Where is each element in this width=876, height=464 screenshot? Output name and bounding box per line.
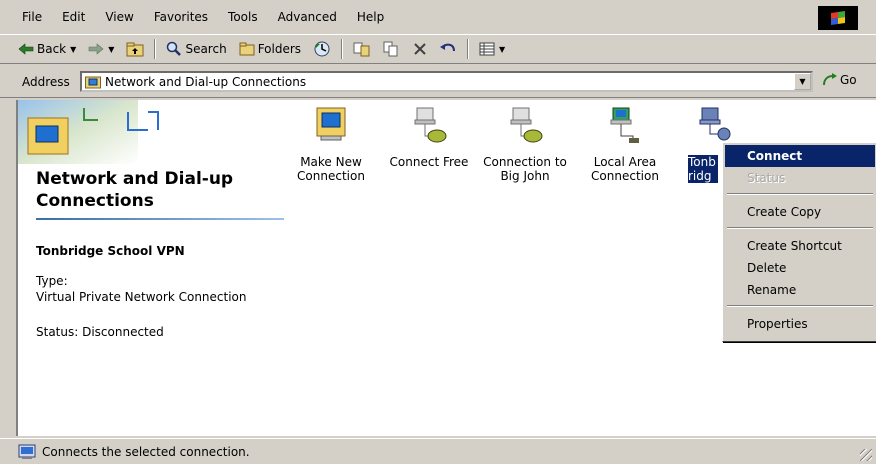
address-input[interactable]: Network and Dial-up Connections ▼ — [80, 71, 813, 92]
connection-item-connect-free[interactable]: Connect Free — [384, 106, 474, 169]
back-arrow-icon — [18, 43, 34, 55]
views-button[interactable]: ▼ — [473, 37, 511, 61]
page-title: Network and Dial-up Connections — [36, 169, 234, 211]
toolbar-separator — [467, 39, 470, 59]
back-button[interactable]: Back ▼ — [0, 37, 82, 61]
vpn-connection-icon — [699, 107, 731, 141]
folders-label: Folders — [257, 42, 302, 56]
menu-bar: File Edit View Favorites Tools Advanced … — [0, 0, 876, 34]
connection-status: Status: Disconnected — [36, 325, 164, 339]
connection-label: Make New Connection — [297, 155, 365, 183]
copy-to-button[interactable] — [377, 37, 407, 61]
network-folder-icon — [85, 76, 101, 88]
menu-help[interactable]: Help — [347, 0, 394, 34]
dialup-connection-icon — [510, 107, 543, 143]
undo-button[interactable] — [433, 37, 463, 61]
chevron-down-icon[interactable]: ▼ — [70, 45, 76, 54]
connection-item-big-john[interactable]: Connection to Big John — [480, 106, 570, 183]
context-menu-create-shortcut[interactable]: Create Shortcut — [725, 235, 875, 257]
menu-file[interactable]: File — [0, 0, 52, 34]
chevron-down-icon[interactable]: ▼ — [499, 45, 505, 54]
toolbar-separator — [341, 39, 344, 59]
selected-connection-name: Tonbridge School VPN — [36, 244, 185, 258]
connection-label: Tonbridge School — [688, 155, 718, 183]
toolbar-separator — [154, 39, 157, 59]
folders-icon — [239, 42, 255, 56]
menu-advanced[interactable]: Advanced — [268, 0, 347, 34]
status-connection-icon — [18, 444, 36, 459]
context-menu-separator — [727, 305, 873, 307]
address-dropdown-button[interactable]: ▼ — [794, 73, 811, 90]
status-bar: Connects the selected connection. — [0, 438, 876, 464]
type-label: Type: — [36, 274, 68, 288]
title-underline — [36, 218, 284, 220]
copy-to-icon — [383, 41, 398, 57]
forward-button[interactable]: ▼ — [82, 37, 120, 61]
forward-arrow-icon — [88, 43, 104, 55]
context-menu-status: Status — [747, 171, 786, 185]
up-folder-button[interactable] — [120, 37, 150, 61]
delete-icon — [414, 43, 426, 55]
lan-connection-icon — [610, 107, 639, 143]
chevron-down-icon[interactable]: ▼ — [108, 45, 114, 54]
context-menu: Connect Status Create Copy Create Shortc… — [722, 142, 876, 342]
go-button[interactable]: Go — [822, 73, 857, 87]
context-menu-create-copy[interactable]: Create Copy — [725, 201, 875, 223]
dialup-connection-icon — [414, 107, 447, 143]
delete-button[interactable] — [407, 37, 433, 61]
network-banner-graphic — [18, 100, 159, 164]
address-label: Address — [22, 74, 70, 89]
folders-button[interactable]: Folders — [233, 37, 307, 61]
windows-logo-icon — [818, 6, 858, 30]
toolbar: Back ▼ ▼ Search Folders ▼ — [0, 34, 876, 64]
type-value: Virtual Private Network Connection — [36, 290, 247, 304]
menu-edit[interactable]: Edit — [52, 0, 95, 34]
search-label: Search — [185, 42, 227, 56]
go-arrow-icon — [823, 73, 837, 86]
search-icon — [167, 41, 182, 56]
search-button[interactable]: Search — [160, 37, 232, 61]
up-folder-icon — [126, 42, 144, 57]
resize-grip[interactable] — [860, 449, 872, 461]
menu-tools[interactable]: Tools — [218, 0, 268, 34]
views-icon — [479, 42, 495, 56]
go-label: Go — [840, 73, 857, 87]
connection-item-local-area[interactable]: Local Area Connection — [580, 106, 670, 183]
connection-label: Local Area Connection — [591, 155, 659, 183]
move-to-icon — [353, 42, 370, 57]
context-menu-separator — [727, 193, 873, 195]
context-menu-delete[interactable]: Delete — [725, 257, 875, 279]
connection-item-make-new[interactable]: Make New Connection — [286, 106, 376, 183]
context-menu-separator — [727, 227, 873, 229]
menu-favorites[interactable]: Favorites — [144, 0, 218, 34]
address-bar: Address Network and Dial-up Connections … — [0, 66, 876, 98]
context-menu-properties[interactable]: Properties — [725, 313, 875, 335]
connection-label: Connection to Big John — [483, 155, 567, 183]
history-button[interactable] — [307, 37, 337, 61]
address-value: Network and Dial-up Connections — [105, 74, 307, 89]
back-label: Back — [37, 42, 67, 56]
status-text: Connects the selected connection. — [42, 444, 250, 459]
undo-icon — [440, 43, 456, 52]
context-menu-rename[interactable]: Rename — [725, 279, 875, 301]
history-icon — [314, 41, 330, 57]
make-new-connection-icon — [316, 107, 346, 141]
menu-view[interactable]: View — [95, 0, 143, 34]
context-menu-connect[interactable]: Connect — [725, 145, 875, 167]
connection-label: Connect Free — [389, 155, 469, 169]
move-to-button[interactable] — [347, 37, 377, 61]
